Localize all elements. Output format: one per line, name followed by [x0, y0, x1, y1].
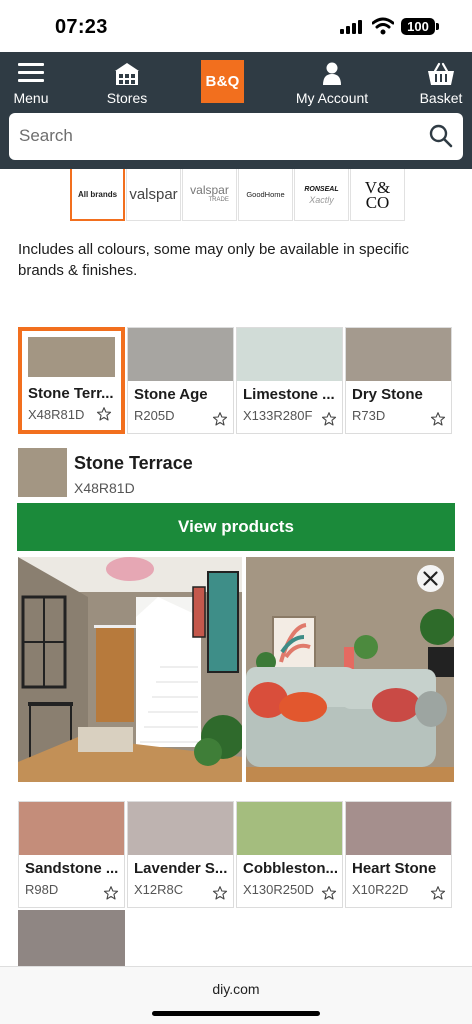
swatch-code: X48R81D [28, 407, 85, 422]
swatch-code: X133R280F [243, 408, 313, 423]
swatch-card[interactable] [18, 910, 125, 968]
basket-icon [428, 62, 454, 85]
menu-icon [18, 63, 44, 82]
battery-icon: 100 [401, 18, 435, 35]
swatch-card[interactable]: Lavender S... X12R8C [127, 801, 234, 908]
menu-button[interactable]: Menu [8, 60, 54, 106]
brand-label: valspar [129, 186, 178, 203]
brand-label: RONSEAL [304, 185, 339, 193]
wifi-icon [372, 17, 394, 35]
swatch-code: X12R8C [134, 882, 184, 897]
brand-sub-label: CO [365, 192, 390, 212]
swatch-name: Dry Stone [352, 386, 423, 403]
star-icon[interactable] [430, 885, 446, 901]
swatch-name: Sandstone ... [25, 860, 119, 877]
swatch-color [18, 910, 125, 968]
swatch-card[interactable]: Heart Stone X10R22D [345, 801, 452, 908]
swatch-name: Stone Age [134, 386, 208, 403]
brand-label: All brands [77, 189, 118, 199]
store-icon [115, 63, 139, 85]
availability-note: Includes all colours, some may only be a… [18, 241, 410, 279]
swatch-code: R205D [134, 408, 175, 423]
url-label[interactable]: diy.com [0, 981, 472, 997]
swatch-card[interactable]: Stone Terr... X48R81D [18, 327, 125, 434]
swatch-card[interactable]: Dry Stone R73D [345, 327, 452, 434]
brand-goodhome[interactable]: GoodHome [238, 169, 293, 221]
swatch-color [19, 802, 124, 855]
my-account-button[interactable]: My Account [294, 60, 370, 106]
view-products-button[interactable]: View products [17, 503, 455, 551]
swatch-code: X130R250D [243, 882, 314, 897]
signal-icon [340, 20, 362, 34]
stores-button[interactable]: Stores [100, 60, 154, 106]
brand-all-brands[interactable]: All brands [70, 169, 125, 221]
swatch-color [346, 328, 451, 381]
swatch-name: Heart Stone [352, 860, 437, 877]
status-time: 07:23 [55, 16, 108, 38]
swatch-card[interactable]: Sandstone ... R98D [18, 801, 125, 908]
site-header: Menu Stores B&Q My Account Basket Search [0, 52, 472, 169]
star-icon[interactable] [430, 411, 446, 427]
swatch-name: Cobbleston... [243, 860, 338, 877]
bq-logo[interactable]: B&Q [201, 60, 244, 103]
swatch-name: Limestone ... [243, 386, 335, 403]
search-bar [9, 113, 463, 160]
battery-tip [436, 23, 439, 30]
star-icon[interactable] [321, 411, 337, 427]
browser-bottom-bar: diy.com [0, 966, 472, 1024]
swatch-color [128, 802, 233, 855]
brand-label: valspar [190, 182, 229, 197]
brand-filter: All brands valspar valspar TRADE GoodHom… [70, 169, 406, 221]
star-icon[interactable] [212, 885, 228, 901]
stores-label: Stores [106, 90, 148, 106]
brand-valspar[interactable]: valspar [126, 169, 181, 221]
swatch-color [237, 802, 342, 855]
search-input[interactable] [19, 119, 399, 153]
selected-colour-code: X48R81D [74, 480, 135, 496]
swatch-name: Lavender S... [134, 860, 228, 877]
star-icon[interactable] [103, 885, 119, 901]
account-icon [323, 62, 341, 85]
basket-button[interactable]: Basket [416, 60, 466, 106]
swatch-color [128, 328, 233, 381]
star-icon[interactable] [96, 406, 112, 422]
selected-colour-name: Stone Terrace [74, 453, 193, 473]
selected-swatch [18, 448, 67, 497]
swatch-color [237, 328, 342, 381]
search-icon[interactable] [429, 124, 453, 148]
star-icon[interactable] [321, 885, 337, 901]
brand-ronseal-xactly[interactable]: RONSEAL Xactly [294, 169, 349, 221]
swatch-card[interactable]: Cobbleston... X130R250D [236, 801, 343, 908]
hallway-illustration [18, 557, 242, 782]
swatch-card[interactable]: Limestone ... X133R280F [236, 327, 343, 434]
swatch-color [28, 337, 115, 377]
swatch-code: R73D [352, 408, 386, 423]
brand-sub-label: Xactly [309, 194, 334, 205]
status-bar: 07:23 100 [0, 0, 472, 52]
swatch-card[interactable]: Stone Age R205D [127, 327, 234, 434]
swatch-color [346, 802, 451, 855]
swatch-code: R98D [25, 882, 59, 897]
brand-label: GoodHome [246, 190, 285, 199]
brand-valspar-trade[interactable]: valspar TRADE [182, 169, 237, 221]
my-account-label: My Account [295, 90, 369, 106]
menu-label: Menu [13, 90, 49, 106]
brand-v-and-co[interactable]: V& CO [350, 169, 405, 221]
star-icon[interactable] [212, 411, 228, 427]
home-indicator[interactable] [152, 1011, 320, 1016]
close-icon [423, 571, 438, 586]
close-image-button[interactable] [417, 565, 444, 592]
hallway-room-image [18, 557, 242, 782]
swatch-code: X10R22D [352, 882, 409, 897]
basket-label: Basket [419, 90, 463, 106]
swatch-name: Stone Terr... [28, 385, 114, 402]
